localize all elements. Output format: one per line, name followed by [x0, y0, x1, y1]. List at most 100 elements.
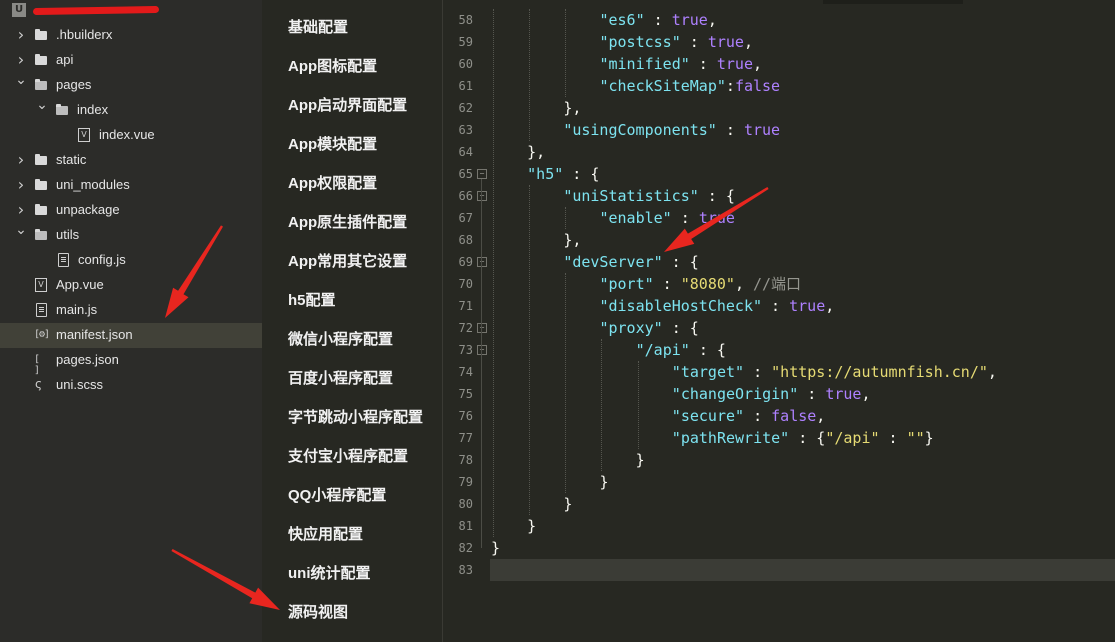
- settings-nav-item-9[interactable]: 微信小程序配置: [288, 329, 393, 351]
- settings-nav-item-11[interactable]: 字节跳动小程序配置: [288, 407, 423, 429]
- settings-nav-item-6[interactable]: App原生插件配置: [288, 212, 407, 234]
- tree-item-hbuilderx[interactable]: › .hbuilderx: [0, 23, 262, 48]
- folder-icon: [55, 103, 69, 117]
- settings-nav-item-15[interactable]: uni统计配置: [288, 563, 371, 585]
- settings-nav-item-12[interactable]: 支付宝小程序配置: [288, 446, 408, 468]
- tree-item-pages-json[interactable]: [ ] pages.json: [0, 348, 262, 376]
- file-icon: [34, 303, 48, 317]
- chevron-right-icon[interactable]: ›: [15, 177, 27, 193]
- fold-toggle-icon[interactable]: −: [477, 323, 487, 333]
- folder-icon: [34, 153, 48, 167]
- code-line-82[interactable]: 82}: [443, 537, 1115, 559]
- code-text: "usingComponents" : true: [563, 119, 780, 141]
- tree-item-static[interactable]: › static: [0, 148, 262, 173]
- tree-item-unpackage[interactable]: › unpackage: [0, 198, 262, 223]
- code-line-58[interactable]: 58 "es6" : true,: [443, 9, 1115, 31]
- code-line-80[interactable]: 80}: [443, 493, 1115, 515]
- settings-nav-item-7[interactable]: App常用其它设置: [288, 251, 407, 273]
- tree-item-label: manifest.json: [56, 327, 133, 342]
- chevron-right-icon[interactable]: ›: [15, 52, 27, 68]
- tree-item-uni-scss[interactable]: ς uni.scss: [0, 373, 262, 398]
- tree-item-index[interactable]: ⌄ index: [0, 98, 262, 123]
- indent-guide: [565, 273, 567, 493]
- tree-item-config-js[interactable]: config.js: [0, 248, 262, 273]
- file-icon: [56, 253, 70, 267]
- code-line-63[interactable]: 63 "usingComponents" : true: [443, 119, 1115, 141]
- tree-item-uni-modules[interactable]: › uni_modules: [0, 173, 262, 198]
- code-line-61[interactable]: 61 "checkSiteMap":false: [443, 75, 1115, 97]
- code-line-74[interactable]: 74 "target" : "https://autumnfish.cn/",: [443, 361, 1115, 383]
- chevron-down-icon[interactable]: ⌄: [15, 73, 27, 87]
- tree-item-manifest-json[interactable]: [⚙] manifest.json: [0, 323, 262, 348]
- chevron-right-icon[interactable]: ›: [15, 202, 27, 218]
- code-line-71[interactable]: 71 "disableHostCheck" : true,: [443, 295, 1115, 317]
- fold-toggle-icon[interactable]: −: [477, 345, 487, 355]
- fold-toggle-icon[interactable]: −: [477, 169, 487, 179]
- code-line-79[interactable]: 79}: [443, 471, 1115, 493]
- code-text: "uniStatistics" : {: [563, 185, 735, 207]
- tree-item-index-vue[interactable]: Vindex.vue: [0, 123, 262, 148]
- code-token-punc: ,: [816, 407, 826, 425]
- code-line-81[interactable]: 81}: [443, 515, 1115, 537]
- code-text: }: [599, 471, 608, 493]
- code-token-key: "devServer": [563, 253, 663, 271]
- code-token-punc: ,: [987, 363, 997, 381]
- fold-toggle-icon[interactable]: −: [477, 257, 487, 267]
- line-number: 71: [458, 299, 473, 313]
- code-line-67[interactable]: 67 "enable" : true: [443, 207, 1115, 229]
- editor-top-strip: [823, 0, 963, 4]
- settings-nav-item-16[interactable]: 源码视图: [288, 602, 348, 624]
- settings-nav-item-4[interactable]: App模块配置: [288, 134, 377, 156]
- fold-toggle-icon[interactable]: −: [477, 191, 487, 201]
- code-line-68[interactable]: 68},: [443, 229, 1115, 251]
- code-line-75[interactable]: 75 "changeOrigin" : true,: [443, 383, 1115, 405]
- settings-nav-item-8[interactable]: h5配置: [288, 290, 336, 312]
- code-token-key: "usingComponents": [563, 121, 717, 139]
- project-root[interactable]: U: [0, 0, 262, 22]
- code-token-key: "postcss": [599, 33, 681, 51]
- chevron-down-icon[interactable]: ⌄: [36, 98, 48, 112]
- settings-nav-item-3[interactable]: App启动界面配置: [288, 95, 407, 117]
- line-number: 60: [458, 57, 473, 71]
- code-token-kw: true: [825, 385, 862, 403]
- code-token-punc: :: [680, 33, 708, 51]
- indent-guide: [601, 339, 603, 471]
- tree-item-pages[interactable]: ⌄ pages: [0, 73, 262, 98]
- settings-nav-item-14[interactable]: 快应用配置: [288, 524, 363, 546]
- code-line-83[interactable]: 83: [443, 559, 1115, 581]
- code-token-key: "port": [599, 275, 654, 293]
- code-line-70[interactable]: 70 "port" : "8080", //端口: [443, 273, 1115, 295]
- code-editor[interactable]: 58 "es6" : true, 59 "postcss" : true, 60 "min…: [443, 0, 1115, 642]
- settings-nav-item-10[interactable]: 百度小程序配置: [288, 368, 393, 390]
- tree-item-main-js[interactable]: main.js: [0, 298, 262, 323]
- line-number: 62: [458, 101, 473, 115]
- code-line-69[interactable]: 69− "devServer" : {: [443, 251, 1115, 273]
- code-line-72[interactable]: 72− "proxy" : {: [443, 317, 1115, 339]
- code-line-65[interactable]: 65− "h5" : {: [443, 163, 1115, 185]
- tree-item-utils[interactable]: ⌄ utils: [0, 223, 262, 248]
- code-line-60[interactable]: 60 "minified" : true,: [443, 53, 1115, 75]
- chevron-down-icon[interactable]: ⌄: [15, 223, 27, 237]
- code-line-64[interactable]: 64},: [443, 141, 1115, 163]
- tree-item-api[interactable]: › api: [0, 48, 262, 73]
- code-line-77[interactable]: 77 "pathRewrite" : {"/api" : ""}: [443, 427, 1115, 449]
- tree-item-app-vue[interactable]: V App.vue: [0, 273, 262, 298]
- code-line-73[interactable]: 73− "/api" : {: [443, 339, 1115, 361]
- code-text: },: [527, 141, 545, 163]
- settings-nav-item-1[interactable]: 基础配置: [288, 17, 348, 39]
- code-line-59[interactable]: 59 "postcss" : true,: [443, 31, 1115, 53]
- chevron-right-icon[interactable]: ›: [15, 152, 27, 168]
- code-line-62[interactable]: 62},: [443, 97, 1115, 119]
- code-token-com: //端口: [753, 275, 802, 293]
- code-text: }: [491, 537, 500, 559]
- code-line-76[interactable]: 76 "secure" : false,: [443, 405, 1115, 427]
- code-token-key: "changeOrigin": [671, 385, 799, 403]
- chevron-right-icon[interactable]: ›: [15, 27, 27, 43]
- code-token-punc: :: [762, 297, 790, 315]
- code-line-66[interactable]: 66− "uniStatistics" : {: [443, 185, 1115, 207]
- code-text: }: [527, 515, 536, 537]
- settings-nav-item-5[interactable]: App权限配置: [288, 173, 377, 195]
- code-line-78[interactable]: 78}: [443, 449, 1115, 471]
- settings-nav-item-13[interactable]: QQ小程序配置: [288, 485, 386, 507]
- settings-nav-item-2[interactable]: App图标配置: [288, 56, 377, 78]
